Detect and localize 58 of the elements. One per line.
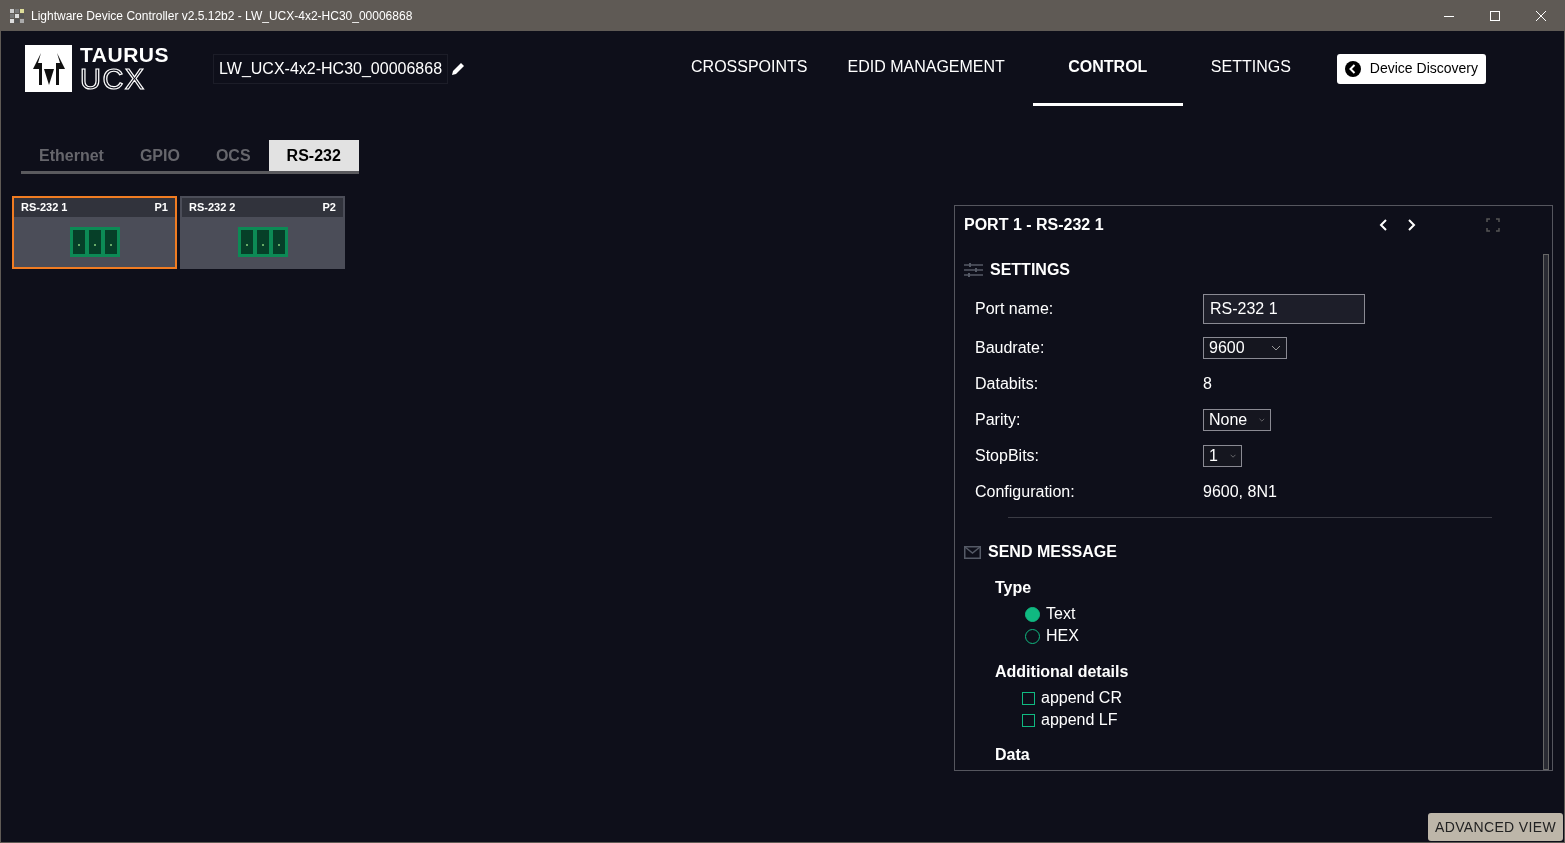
field-label: Type: [995, 578, 1033, 598]
setting-label: Baudrate:: [975, 338, 1046, 358]
tab[interactable]: RS-232: [268, 140, 359, 171]
port-name: RS-232 1: [21, 200, 68, 216]
nav-tab[interactable]: CONTROL: [1032, 31, 1183, 106]
radio-label: HEX: [1046, 626, 1079, 646]
field-label: Additional details: [995, 662, 1130, 682]
sliders-icon: [964, 263, 983, 277]
panel-title: PORT 1 - RS-232 1: [964, 215, 1104, 235]
advanced-view-button[interactable]: ADVANCED VIEW: [1428, 813, 1563, 841]
nav-tab[interactable]: SETTINGS: [1190, 31, 1311, 106]
logo-text: UCX: [80, 64, 147, 94]
checkbox[interactable]: [1022, 713, 1035, 727]
setting-value: 9600, 8N1: [1203, 482, 1277, 502]
chevron-right-icon[interactable]: [1405, 218, 1416, 232]
setting-value: 8: [1203, 374, 1212, 394]
terminal-connector-icon: [69, 227, 120, 257]
port-number: P2: [322, 200, 336, 216]
port-name-field[interactable]: RS-232 1: [1203, 294, 1365, 324]
port-name: RS-232 2: [189, 200, 236, 216]
device-name-field[interactable]: LW_UCX-4x2-HC30_00006868: [213, 53, 449, 84]
chevron-down-icon: [1229, 453, 1236, 459]
port-card[interactable]: RS-232 2 P2: [180, 196, 345, 269]
chevron-down-icon: [1271, 345, 1281, 351]
chevron-left-circle-icon: [1344, 60, 1361, 77]
envelope-icon: [964, 545, 981, 559]
field-label: Data: [995, 745, 1031, 765]
dropdown[interactable]: 9600: [1203, 337, 1287, 359]
setting-label: StopBits:: [975, 446, 1041, 466]
dropdown[interactable]: None: [1203, 409, 1271, 431]
setting-label: Databits:: [975, 374, 1040, 394]
scrollbar[interactable]: [1543, 254, 1549, 770]
setting-label: Parity:: [975, 410, 1022, 430]
checkbox-label: append CR: [1041, 688, 1122, 708]
device-discovery-button[interactable]: Device Discovery: [1336, 53, 1486, 84]
radio-label: Text: [1046, 604, 1076, 624]
port-number: P1: [154, 200, 168, 216]
setting-label: Port name:: [975, 299, 1055, 319]
pencil-icon[interactable]: [450, 60, 467, 77]
close-icon: [1536, 11, 1546, 21]
chevron-left-icon[interactable]: [1378, 218, 1389, 232]
window-title: Lightware Device Controller v2.5.12b2 - LW_UCX-4x2-HC30_00006868: [31, 8, 413, 25]
minimize-icon: [1444, 15, 1454, 17]
radio-button[interactable]: [1025, 606, 1040, 622]
dropdown[interactable]: 1: [1203, 445, 1242, 467]
logo-text: TAURUS: [80, 43, 170, 65]
section-heading: SEND MESSAGE: [988, 542, 1117, 562]
nav-tab[interactable]: CROSSPOINTS: [671, 31, 828, 106]
section-heading: SETTINGS: [990, 260, 1070, 280]
nav-tab[interactable]: EDID MANAGEMENT: [827, 31, 1025, 106]
checkbox-label: append LF: [1041, 710, 1118, 730]
terminal-connector-icon: [237, 227, 288, 257]
chevron-down-icon: [1259, 417, 1265, 423]
app-icon: [10, 9, 24, 23]
port-card[interactable]: RS-232 1 P1: [12, 196, 177, 269]
setting-label: Configuration:: [975, 482, 1076, 502]
checkbox[interactable]: [1022, 691, 1035, 705]
maximize-icon: [1490, 11, 1500, 21]
